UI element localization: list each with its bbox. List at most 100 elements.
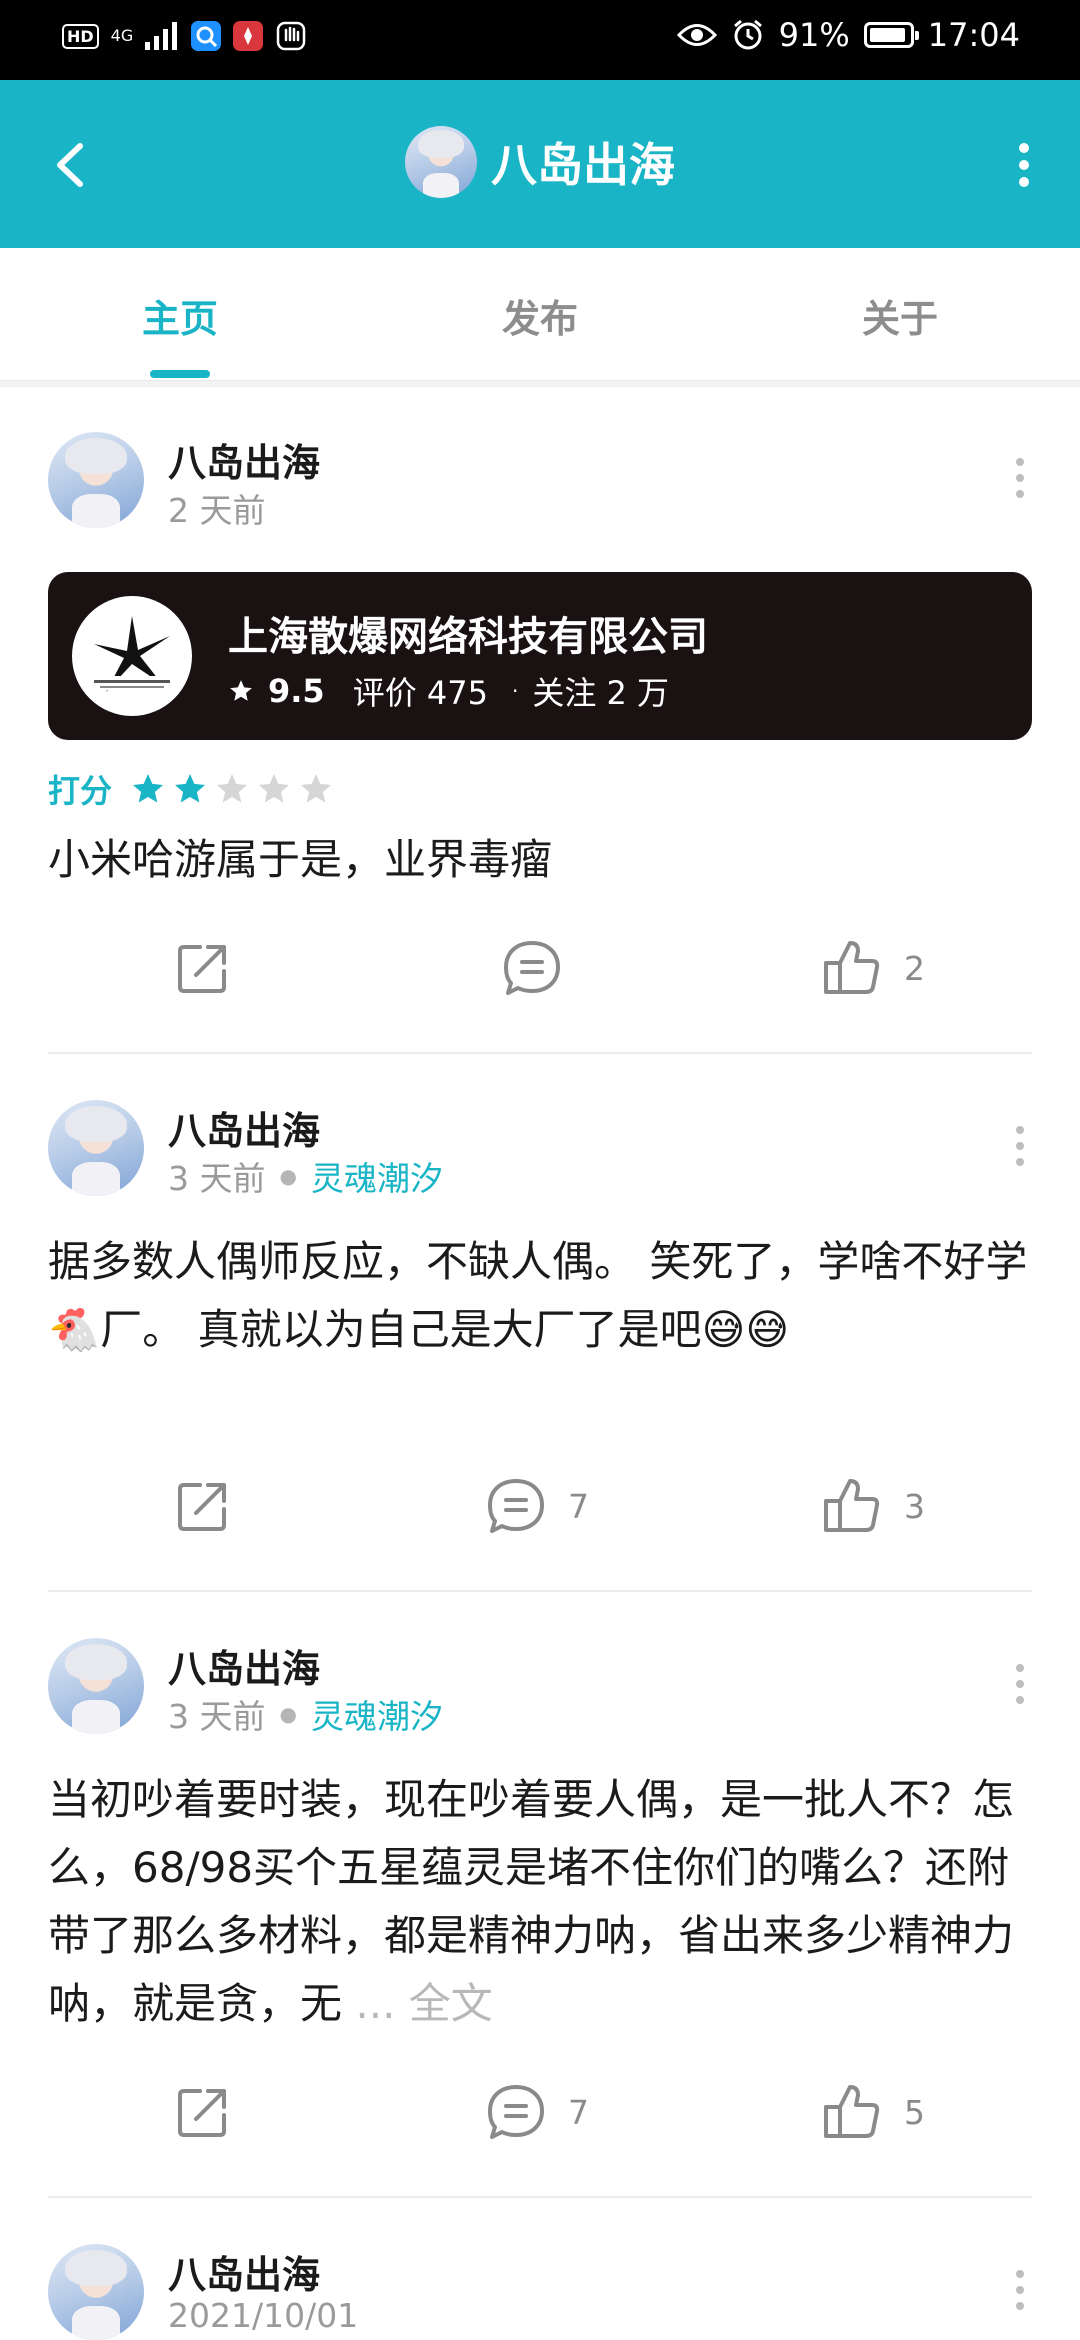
hd-badge: HD [62,23,99,49]
author-name[interactable]: 八岛出海 [168,1638,320,1693]
post-meta: 2 天前 [168,484,266,532]
status-bar: HD 4G 91% 17:04 [0,0,1080,80]
post-card: 八岛出海 3 天前 ● 灵魂潮汐 当初吵着要时装，现在吵着要人偶，是一批人不？怎… [0,1638,1080,2178]
more-button[interactable] [1004,130,1044,200]
comment-icon [488,1479,544,1533]
post-menu-button[interactable] [1000,2260,1040,2320]
more-vertical-icon [1016,1664,1024,1704]
rating-label: 打分 [48,772,113,810]
like-button[interactable]: 2 [820,928,925,1008]
avatar [405,126,477,198]
battery-icon [863,22,919,48]
author-name[interactable]: 八岛出海 [168,432,320,487]
more-vertical-icon [1016,2270,1024,2310]
star-icon [230,680,252,701]
author-name[interactable]: 八岛出海 [168,2244,320,2299]
star-empty-icon [301,774,332,803]
post-time: 2 天前 [168,491,266,530]
game-tag[interactable]: 灵魂潮汐 [311,1152,443,1200]
post-time: 3 天前 [168,1697,266,1736]
post-text[interactable]: 据多数人偶师反应，不缺人偶。 笑死了，学啥不好学🐔厂。 真就以为自己是大厂了是吧… [48,1228,1032,1364]
share-button[interactable] [172,1466,234,1546]
avatar[interactable] [48,1100,144,1196]
comment-button[interactable]: 7 [484,2072,589,2152]
like-button[interactable]: 3 [820,1466,925,1546]
signal-icon [145,22,178,50]
app-bar: 八岛出海 [0,80,1080,248]
company-reviews: 评价 475 [352,674,488,712]
app-notification-icon [233,21,264,51]
meta-separator: ● [279,1164,297,1188]
thumbs-up-icon [824,1479,880,1532]
company-score: 9.5 [268,672,325,710]
company-logo [72,596,192,716]
alarm-icon [733,19,762,50]
tab-bar: 主页 发布 关于 [0,248,1080,381]
company-followers: 关注 2 万 [532,674,670,712]
company-card[interactable]: 上海散爆网络科技有限公司 9.5 评价 475 · 关注 2 万 [48,572,1032,740]
comment-icon [488,2085,544,2139]
post-meta: 3 天前 ● 灵魂潮汐 [168,1690,443,1738]
star-filled-icon [175,774,206,803]
clock: 17:04 [927,16,1020,54]
eye-icon [676,24,717,46]
post-actions: 2 [0,928,1080,1008]
post-card: 八岛出海 3 天前 ● 灵魂潮汐 据多数人偶师反应，不缺人偶。 笑死了，学啥不好… [0,1100,1080,1580]
post-card: 八岛出海 2021/10/01 [0,2244,1080,2340]
post-meta: 3 天前 ● 灵魂潮汐 [168,1152,443,1200]
hand-icon [277,21,306,51]
game-tag[interactable]: 灵魂潮汐 [311,1690,443,1738]
more-vertical-icon [1016,458,1024,498]
like-button[interactable]: 5 [820,2072,925,2152]
like-count: 2 [904,948,925,988]
tab-about[interactable]: 关于 [800,288,1000,343]
comment-button[interactable]: 7 [484,1466,589,1546]
post-menu-button[interactable] [1000,1116,1040,1176]
star-filled-icon [133,774,164,803]
share-icon [178,945,226,993]
post-text[interactable]: 小米哈游属于是，业界毒瘤 [48,826,1032,894]
company-name: 上海散爆网络科技有限公司 [228,614,708,660]
post-menu-button[interactable] [1000,448,1040,508]
star-empty-icon [259,774,290,803]
divider [48,1590,1032,1592]
avatar[interactable] [48,432,144,528]
more-vertical-icon [1016,1126,1024,1166]
tab-home[interactable]: 主页 [80,288,280,343]
app-notification-icon [191,21,222,51]
author-name[interactable]: 八岛出海 [168,1100,320,1155]
status-right: 91% 17:04 [676,16,1020,54]
like-count: 5 [904,2092,925,2132]
network-label: 4G [110,26,134,45]
avatar[interactable] [48,2244,144,2340]
share-button[interactable] [172,928,234,1008]
post-text[interactable]: 当初吵着要时装，现在吵着要人偶，是一批人不？怎么，68/98买个五星蕴灵是堵不住… [48,1766,1032,2038]
battery-percent: 91% [778,16,850,54]
comment-button[interactable] [500,928,584,1008]
tab-indicator [150,370,210,378]
share-icon [178,2089,226,2137]
ellipsis: ... [355,1979,396,2028]
full-text-link[interactable]: 全文 [409,1979,493,2028]
thumbs-up-icon [824,941,880,994]
divider [0,381,1080,387]
rating-row: 打分 [48,766,334,812]
post-menu-button[interactable] [1000,1654,1040,1714]
status-left: HD 4G [62,20,307,52]
star-empty-icon [217,774,248,803]
comment-count: 7 [568,1486,589,1526]
tab-publish[interactable]: 发布 [440,288,640,343]
comment-icon [504,941,560,995]
share-icon [178,1483,226,1531]
page-title: 八岛出海 [491,138,675,192]
avatar[interactable] [48,1638,144,1734]
divider [48,2196,1032,2198]
post-time: 3 天前 [168,1159,266,1198]
post-text-body: 当初吵着要时装，现在吵着要人偶，是一批人不？怎么，68/98买个五星蕴灵是堵不住… [48,1775,1015,2028]
post-meta: 2021/10/01 [168,2296,358,2335]
thumbs-up-icon [824,2085,880,2138]
like-count: 3 [904,1486,925,1526]
stat-separator: · [511,679,519,703]
star-logo-icon [90,616,174,692]
share-button[interactable] [172,2072,234,2152]
